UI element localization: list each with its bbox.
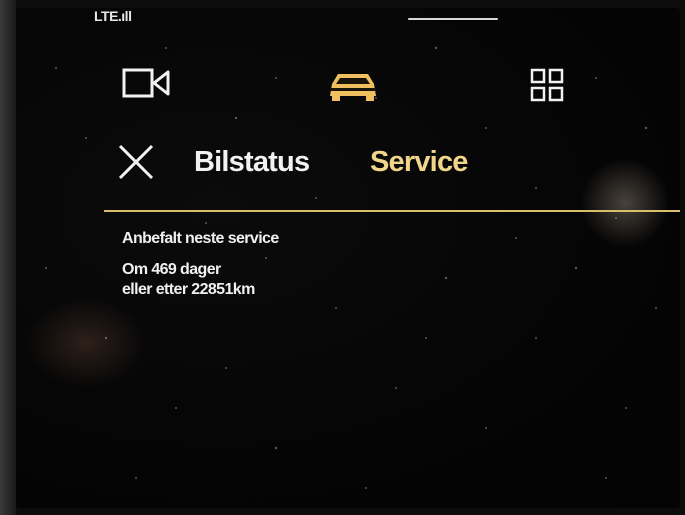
infotainment-screen: LTE.ıll Bilstatus Service Anbefalt neste… [16,8,680,508]
close-icon [118,144,154,180]
camera-icon[interactable] [122,66,174,107]
tab-bilstatus[interactable]: Bilstatus [194,146,310,179]
screen-reflection [26,298,146,388]
drag-handle[interactable] [408,18,498,20]
car-icon[interactable] [326,70,380,107]
close-button[interactable] [116,142,156,182]
service-days: Om 469 dager [122,261,221,278]
apps-grid-icon[interactable] [530,68,566,109]
service-heading: Anbefalt neste service [122,230,279,247]
tab-service[interactable]: Service [370,146,468,179]
tab-divider [104,210,680,212]
service-info: Anbefalt neste service Om 469 dager elle… [122,230,279,299]
screen-glare [580,158,670,248]
network-status: LTE.ıll [94,8,132,24]
bezel-edge [0,0,16,515]
service-distance: eller etter 22851km [122,281,255,298]
